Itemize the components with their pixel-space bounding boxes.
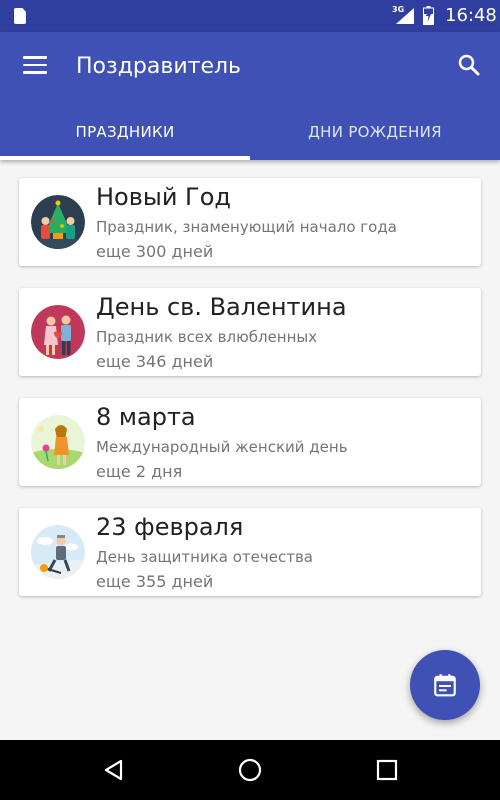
search-icon xyxy=(458,54,480,76)
back-button[interactable] xyxy=(96,752,132,788)
womens-day-illustration xyxy=(31,415,85,469)
holiday-card-valentine[interactable]: День св. Валентина Праздник всех влюблен… xyxy=(19,288,481,376)
calendar-icon xyxy=(434,674,456,697)
holiday-title: День св. Валентина xyxy=(96,293,347,321)
recents-button[interactable] xyxy=(369,752,405,788)
menu-icon xyxy=(23,56,47,74)
search-button[interactable] xyxy=(446,42,492,88)
holiday-card-new-year[interactable]: Новый Год Праздник, знаменующий начало г… xyxy=(19,178,481,266)
recents-icon xyxy=(376,759,398,781)
tab-indicator xyxy=(0,156,250,160)
defender-day-illustration xyxy=(31,525,85,579)
tab-birthdays-label: ДНИ РОЖДЕНИЯ xyxy=(308,123,442,141)
tab-bar: ПРАЗДНИКИ ДНИ РОЖДЕНИЯ xyxy=(0,104,500,160)
holiday-description: День защитника отечества xyxy=(96,548,313,566)
holiday-description: Праздник всех влюбленных xyxy=(96,328,318,346)
back-icon xyxy=(104,759,123,781)
valentine-illustration xyxy=(31,305,85,359)
status-bar: 3G 16:48 xyxy=(0,0,500,32)
holiday-days-left: еще 346 дней xyxy=(96,352,214,371)
new-year-illustration xyxy=(31,195,85,249)
holiday-days-left: еще 2 дня xyxy=(96,462,183,481)
navigation-bar xyxy=(0,740,500,800)
app-title: Поздравитель xyxy=(76,54,241,79)
home-icon xyxy=(238,758,262,782)
tab-birthdays[interactable]: ДНИ РОЖДЕНИЯ xyxy=(250,104,500,160)
app-bar: Поздравитель ПРАЗДНИКИ ДНИ РОЖДЕНИЯ xyxy=(0,32,500,160)
holiday-days-left: еще 300 дней xyxy=(96,242,214,261)
home-button[interactable] xyxy=(232,752,268,788)
menu-button[interactable] xyxy=(12,42,58,88)
holiday-title: Новый Год xyxy=(96,183,231,211)
holiday-description: Международный женский день xyxy=(96,438,348,456)
tab-holidays-label: ПРАЗДНИКИ xyxy=(75,123,175,141)
battery-icon xyxy=(423,6,434,25)
signal-icon xyxy=(396,8,414,24)
holiday-description: Праздник, знаменующий начало года xyxy=(96,218,397,236)
status-clock: 16:48 xyxy=(445,5,497,26)
holiday-card-march-8[interactable]: 8 марта Международный женский день еще 2… xyxy=(19,398,481,486)
holiday-days-left: еще 355 дней xyxy=(96,572,214,591)
holiday-card-february-23[interactable]: 23 февраля День защитника отечества еще … xyxy=(19,508,481,596)
holiday-title: 8 марта xyxy=(96,403,196,431)
tab-holidays[interactable]: ПРАЗДНИКИ xyxy=(0,104,250,160)
holiday-title: 23 февраля xyxy=(96,513,244,541)
calendar-fab-button[interactable] xyxy=(410,650,480,720)
sd-card-icon xyxy=(14,8,26,24)
